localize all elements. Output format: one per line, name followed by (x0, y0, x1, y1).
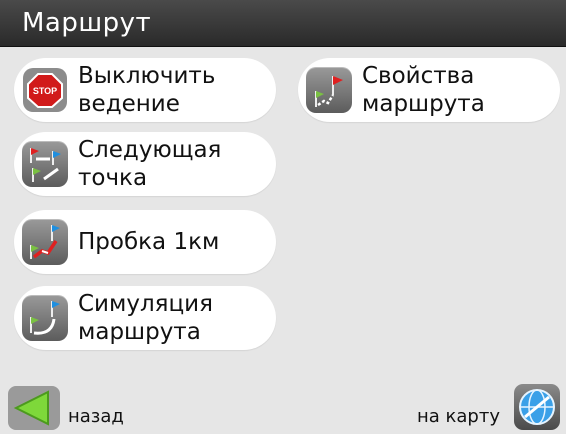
back-arrow-icon[interactable] (8, 386, 60, 434)
traffic-jam-icon (22, 219, 68, 265)
to-map-button[interactable]: на карту (417, 406, 500, 428)
route-properties-button[interactable]: Свойства маршрута (298, 58, 560, 122)
traffic-jam-label: Пробка 1км (78, 229, 220, 255)
page-title: Маршрут (22, 8, 152, 38)
traffic-jam-button[interactable]: Пробка 1км (14, 210, 276, 274)
footer-bar: назад на карту (0, 380, 566, 433)
stop-guidance-button[interactable]: STOP Выключить ведение (14, 58, 276, 122)
next-point-flags-icon (22, 141, 68, 187)
next-point-label: Следующая точка (78, 137, 222, 191)
stop-sign-icon: STOP (22, 67, 68, 113)
stop-guidance-label: Выключить ведение (78, 63, 216, 117)
back-button[interactable]: назад (68, 406, 124, 428)
route-properties-label: Свойства маршрута (362, 63, 485, 117)
route-simulation-label: Симуляция маршрута (78, 291, 213, 345)
next-point-button[interactable]: Следующая точка (14, 132, 276, 196)
svg-text:STOP: STOP (33, 86, 57, 96)
globe-icon[interactable] (514, 384, 560, 430)
route-flags-icon (306, 67, 352, 113)
route-simulation-button[interactable]: Симуляция маршрута (14, 286, 276, 350)
route-simulation-icon (22, 295, 68, 341)
title-bar: Маршрут (0, 0, 566, 47)
